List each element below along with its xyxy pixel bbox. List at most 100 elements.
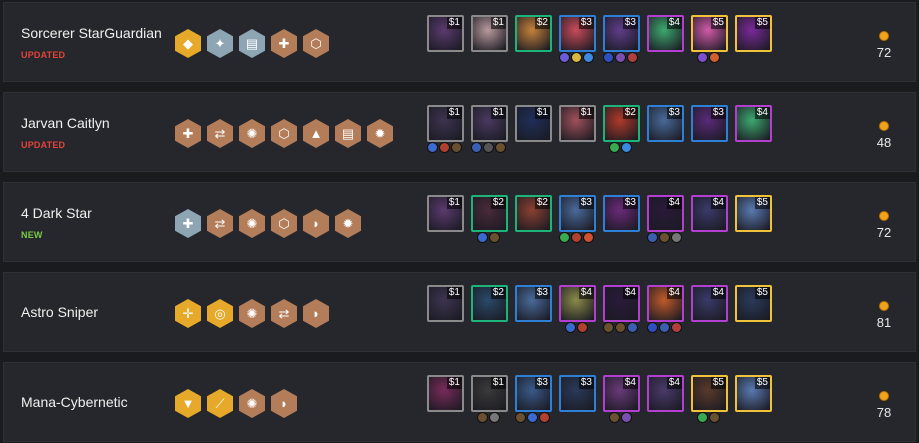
comp-row[interactable]: Mana-Cybernetic ▼ ⟋ ✺ ◗ $1 $1 $3 $3 $4 $4 $5 $5 78: [3, 362, 916, 442]
item-icon[interactable]: [603, 52, 614, 63]
champion-portrait[interactable]: $2: [515, 195, 552, 232]
champion-portrait[interactable]: $2: [515, 15, 552, 52]
champion-portrait[interactable]: $4: [647, 195, 684, 232]
gear-trait-icon[interactable]: ✹: [335, 209, 361, 238]
cross-trait-icon[interactable]: ✚: [175, 209, 201, 238]
champion-portrait[interactable]: $3: [603, 195, 640, 232]
champion-portrait[interactable]: $1: [427, 285, 464, 322]
champion-portrait[interactable]: $4: [647, 15, 684, 52]
comp-row[interactable]: 4 Dark Star NEW ✚ ⇄ ✺ ⬡ ◗ ✹ $1 $2 $2 $3 $3 $4 $4 $5 72: [3, 182, 916, 262]
cybernetic-trait-icon[interactable]: ✺: [239, 119, 265, 148]
item-icon[interactable]: [609, 412, 620, 423]
item-icon[interactable]: [489, 412, 500, 423]
champion-portrait[interactable]: $2: [603, 105, 640, 142]
astro-trait-icon[interactable]: ◎: [207, 299, 233, 328]
item-icon[interactable]: [477, 232, 488, 243]
infiltrator-trait-icon[interactable]: ⇄: [271, 299, 297, 328]
champion-portrait[interactable]: $5: [691, 375, 728, 412]
champion-portrait[interactable]: $1: [471, 105, 508, 142]
book-trait-icon[interactable]: ▤: [335, 119, 361, 148]
champion-portrait[interactable]: $5: [735, 15, 772, 52]
item-icon[interactable]: [451, 142, 462, 153]
champion-portrait[interactable]: $4: [559, 285, 596, 322]
sniper-trait-icon[interactable]: ✛: [175, 299, 201, 328]
cybernetic-trait-icon[interactable]: ✺: [239, 389, 265, 418]
item-icon[interactable]: [495, 142, 506, 153]
item-icon[interactable]: [697, 412, 708, 423]
champion-portrait[interactable]: $5: [735, 285, 772, 322]
item-icon[interactable]: [583, 232, 594, 243]
comp-row[interactable]: Astro Sniper ✛ ◎ ✺ ⇄ ◗ $1 $2 $3 $4 $4 $4 $4 $5 81: [3, 272, 916, 352]
item-icon[interactable]: [671, 232, 682, 243]
vanguard-trait-icon[interactable]: ▲: [303, 119, 329, 148]
item-icon[interactable]: [647, 232, 658, 243]
champion-portrait[interactable]: $3: [515, 375, 552, 412]
item-icon[interactable]: [621, 142, 632, 153]
champion-portrait[interactable]: $4: [603, 285, 640, 322]
item-icon[interactable]: [559, 52, 570, 63]
helmet-trait-icon[interactable]: ◗: [303, 209, 329, 238]
champion-portrait[interactable]: $1: [427, 375, 464, 412]
item-icon[interactable]: [515, 412, 526, 423]
champion-portrait[interactable]: $2: [471, 285, 508, 322]
item-icon[interactable]: [627, 52, 638, 63]
champion-portrait[interactable]: $4: [647, 285, 684, 322]
item-icon[interactable]: [477, 412, 488, 423]
item-icon[interactable]: [615, 52, 626, 63]
champion-portrait[interactable]: $4: [603, 375, 640, 412]
champion-portrait[interactable]: $1: [471, 15, 508, 52]
champion-portrait[interactable]: $4: [735, 105, 772, 142]
blademaster-trait-icon[interactable]: ⟋: [207, 389, 233, 418]
item-icon[interactable]: [671, 322, 682, 333]
cross-trait-icon[interactable]: ✚: [175, 119, 201, 148]
shield-trait-icon[interactable]: ⬡: [271, 119, 297, 148]
book-trait-icon[interactable]: ▤: [239, 29, 265, 58]
item-icon[interactable]: [627, 322, 638, 333]
champion-portrait[interactable]: $3: [559, 375, 596, 412]
item-icon[interactable]: [647, 322, 658, 333]
item-icon[interactable]: [489, 232, 500, 243]
item-icon[interactable]: [615, 322, 626, 333]
infiltrator-trait-icon[interactable]: ⇄: [207, 119, 233, 148]
champion-portrait[interactable]: $3: [559, 195, 596, 232]
item-icon[interactable]: [577, 322, 588, 333]
champion-portrait[interactable]: $3: [691, 105, 728, 142]
item-icon[interactable]: [603, 322, 614, 333]
sorcerer-trait-icon[interactable]: ◆: [175, 29, 201, 58]
shield-trait-icon[interactable]: ⬡: [271, 209, 297, 238]
item-icon[interactable]: [609, 142, 620, 153]
item-icon[interactable]: [583, 52, 594, 63]
item-icon[interactable]: [559, 232, 570, 243]
item-icon[interactable]: [483, 142, 494, 153]
item-icon[interactable]: [565, 322, 576, 333]
champion-portrait[interactable]: $1: [471, 375, 508, 412]
mana-reaver-trait-icon[interactable]: ▼: [175, 389, 201, 418]
cross-trait-icon[interactable]: ✚: [271, 29, 297, 58]
item-icon[interactable]: [659, 232, 670, 243]
item-icon[interactable]: [621, 412, 632, 423]
champion-portrait[interactable]: $1: [427, 195, 464, 232]
champion-portrait[interactable]: $3: [515, 285, 552, 322]
champion-portrait[interactable]: $1: [515, 105, 552, 142]
shield-trait-icon[interactable]: ⬡: [303, 29, 329, 58]
helmet-trait-icon[interactable]: ◗: [303, 299, 329, 328]
gear-trait-icon[interactable]: ✹: [367, 119, 393, 148]
champion-portrait[interactable]: $3: [603, 15, 640, 52]
cybernetic-trait-icon[interactable]: ✺: [239, 209, 265, 238]
champion-portrait[interactable]: $1: [427, 15, 464, 52]
star-guardian-trait-icon[interactable]: ✦: [207, 29, 233, 58]
champion-portrait[interactable]: $3: [559, 15, 596, 52]
item-icon[interactable]: [697, 52, 708, 63]
champion-portrait[interactable]: $4: [691, 195, 728, 232]
champion-portrait[interactable]: $1: [427, 105, 464, 142]
comp-row[interactable]: Sorcerer StarGuardian UPDATED ◆ ✦ ▤ ✚ ⬡ $1 $1 $2 $…: [3, 2, 916, 82]
champion-portrait[interactable]: $4: [647, 375, 684, 412]
cybernetic-trait-icon[interactable]: ✺: [239, 299, 265, 328]
item-icon[interactable]: [659, 322, 670, 333]
item-icon[interactable]: [427, 142, 438, 153]
infiltrator-trait-icon[interactable]: ⇄: [207, 209, 233, 238]
champion-portrait[interactable]: $5: [735, 375, 772, 412]
item-icon[interactable]: [539, 412, 550, 423]
champion-portrait[interactable]: $5: [735, 195, 772, 232]
comp-row[interactable]: Jarvan Caitlyn UPDATED ✚ ⇄ ✺ ⬡ ▲ ▤ ✹ $1 $1 $1 $1 $2 $3…: [3, 92, 916, 172]
